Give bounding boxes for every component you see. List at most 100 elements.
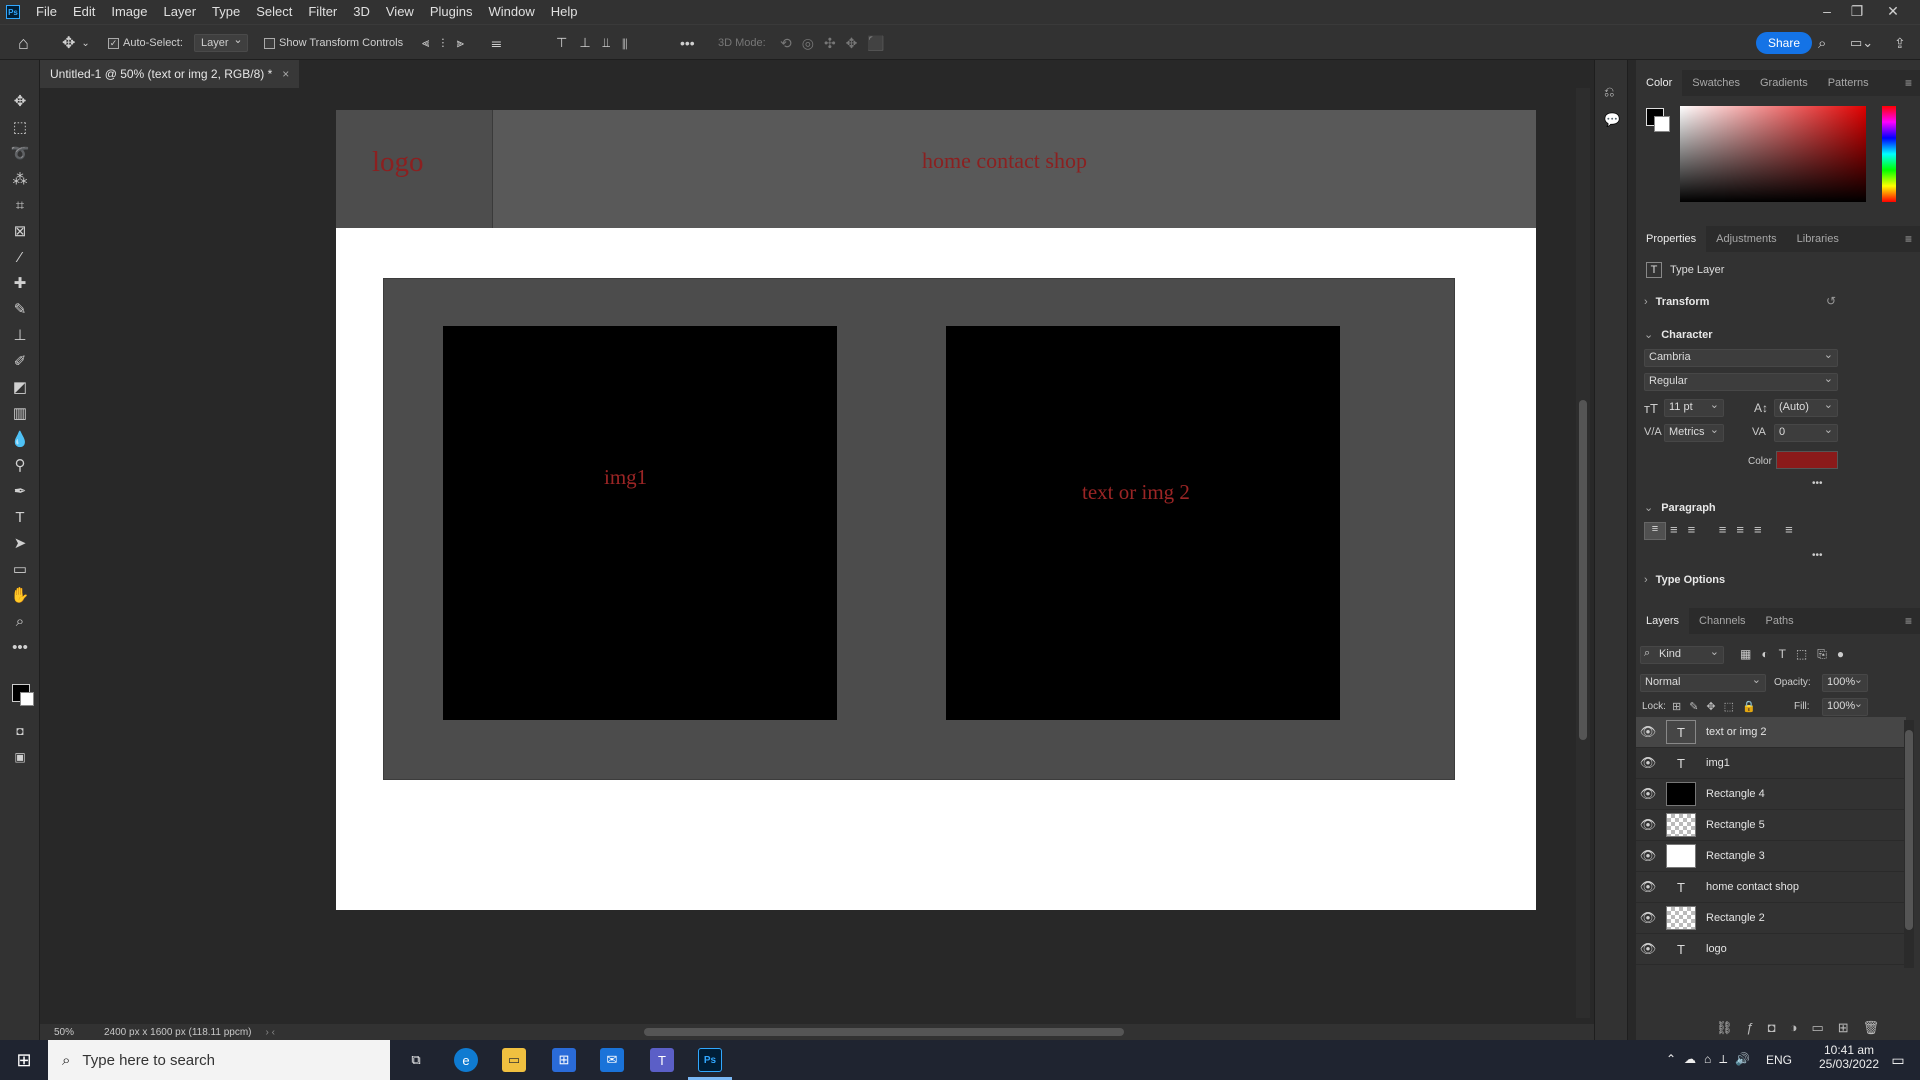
tab-libraries[interactable]: Libraries <box>1787 226 1849 252</box>
tab-gradients[interactable]: Gradients <box>1750 70 1818 96</box>
visibility-eye-icon[interactable]: 👁 <box>1636 941 1660 957</box>
transform-section-header[interactable]: Transform <box>1644 296 1710 308</box>
rectangle-tool-icon[interactable]: ▭ <box>8 558 32 580</box>
visibility-eye-icon[interactable]: 👁 <box>1636 755 1660 771</box>
move-tool-icon[interactable]: ✥ <box>8 90 32 112</box>
menu-select[interactable]: Select <box>248 0 300 24</box>
pen-tool-icon[interactable]: ✒ <box>8 480 32 502</box>
home-icon[interactable]: ⌂ <box>18 25 29 61</box>
tab-adjustments[interactable]: Adjustments <box>1706 226 1787 252</box>
menu-edit[interactable]: Edit <box>65 0 103 24</box>
layer-row[interactable]: 👁 Rectangle 2 <box>1636 903 1906 934</box>
mail-icon[interactable]: ✉ <box>600 1048 624 1072</box>
menu-plugins[interactable]: Plugins <box>422 0 481 24</box>
color-picker-field[interactable] <box>1680 106 1866 202</box>
layer-row[interactable]: 👁 T logo <box>1636 934 1906 965</box>
menu-view[interactable]: View <box>378 0 422 24</box>
layers-scroll-thumb[interactable] <box>1905 730 1913 930</box>
artboard[interactable]: logo home contact shop img1 text or img … <box>336 110 1536 910</box>
vertical-scrollbar[interactable] <box>1576 88 1590 1018</box>
nav-text[interactable]: home contact shop <box>922 148 1087 174</box>
history-brush-tool-icon[interactable]: ✐ <box>8 350 32 372</box>
tab-channels[interactable]: Channels <box>1689 608 1755 634</box>
tab-paths[interactable]: Paths <box>1756 608 1804 634</box>
paragraph-section-header[interactable]: Paragraph <box>1644 501 1715 514</box>
layer-row[interactable]: 👁 T text or img 2 <box>1636 717 1906 748</box>
horizontal-scroll-thumb[interactable] <box>644 1028 1124 1036</box>
paragraph-more-icon[interactable]: ••• <box>1812 550 1823 561</box>
align-buttons[interactable]: ⫷⫶⫸ ☰ <box>422 25 513 61</box>
file-explorer-icon[interactable]: ▭ <box>502 1048 526 1072</box>
history-panel-icon[interactable]: ⎌ <box>1604 84 1614 100</box>
fill-input[interactable]: 100% <box>1822 697 1868 716</box>
lock-icons[interactable]: ⊞✎✥⬚🔒 <box>1672 700 1764 713</box>
reset-transform-icon[interactable]: ↺ <box>1826 294 1836 308</box>
distribute-buttons[interactable]: ⊤⊥⫫⫴ <box>556 25 639 61</box>
tab-properties[interactable]: Properties <box>1636 226 1707 252</box>
img1-text[interactable]: img1 <box>604 465 647 490</box>
img1-rectangle[interactable] <box>443 326 837 720</box>
dodge-tool-icon[interactable]: ⚲ <box>8 454 32 476</box>
photoshop-logo-icon[interactable]: Ps <box>6 5 20 19</box>
layer-row[interactable]: 👁 T img1 <box>1636 748 1906 779</box>
status-chevron-icon[interactable]: › ‹ <box>266 1027 275 1038</box>
hand-tool-icon[interactable]: ✋ <box>8 584 32 606</box>
leading-dropdown[interactable]: (Auto) <box>1774 398 1838 417</box>
auto-select-checkbox[interactable]: ✓ <box>108 37 119 49</box>
task-view-icon[interactable]: ⧉ <box>404 1048 428 1072</box>
windows-start-icon[interactable]: ⊞ <box>12 1048 36 1072</box>
healing-brush-tool-icon[interactable]: ✚ <box>8 272 32 294</box>
document-tab[interactable]: Untitled-1 @ 50% (text or img 2, RGB/8) … <box>40 60 300 88</box>
color-bg-swatch[interactable] <box>1654 116 1670 132</box>
visibility-eye-icon[interactable]: 👁 <box>1636 910 1660 926</box>
opacity-input[interactable]: 100% <box>1822 673 1868 692</box>
tracking-dropdown[interactable]: 0 <box>1774 423 1838 442</box>
edit-toolbar-icon[interactable]: ••• <box>8 636 32 658</box>
properties-panel-menu-icon[interactable]: ≡ <box>1905 232 1912 246</box>
screen-mode-icon[interactable]: ▣ <box>8 746 32 768</box>
tab-layers[interactable]: Layers <box>1636 608 1690 634</box>
microsoft-store-icon[interactable]: ⊞ <box>552 1048 576 1072</box>
magic-wand-tool-icon[interactable]: ⁂ <box>8 168 32 190</box>
canvas-area[interactable]: logo home contact shop img1 text or img … <box>40 88 1590 1024</box>
layer-row[interactable]: 👁 Rectangle 5 <box>1636 810 1906 841</box>
taskbar-search-box[interactable]: ⌕ Type here to search <box>48 1040 390 1080</box>
eyedropper-tool-icon[interactable]: ⁄ <box>8 246 32 268</box>
crop-tool-icon[interactable]: ⌗ <box>8 194 32 216</box>
clone-stamp-tool-icon[interactable]: ⊥ <box>8 324 32 346</box>
close-window-icon[interactable]: ✕ <box>1878 0 1908 24</box>
menu-filter[interactable]: Filter <box>300 0 345 24</box>
layer-row[interactable]: 👁 Rectangle 3 <box>1636 841 1906 872</box>
menu-3d[interactable]: 3D <box>345 0 378 24</box>
background-color-swatch[interactable] <box>20 692 34 706</box>
character-more-icon[interactable]: ••• <box>1812 478 1823 489</box>
blur-tool-icon[interactable]: 💧 <box>8 428 32 450</box>
character-section-header[interactable]: Character <box>1644 328 1712 341</box>
quick-mask-icon[interactable]: ◘ <box>8 720 32 742</box>
system-tray-icons[interactable]: ⌃☁⌂⟂🔊 <box>1666 1052 1758 1067</box>
menu-layer[interactable]: Layer <box>156 0 205 24</box>
restore-icon[interactable]: ❐ <box>1842 0 1872 24</box>
frame-tool-icon[interactable]: ⊠ <box>8 220 32 242</box>
layers-footer-icons[interactable]: ⛓ƒ◘◑▭⊞🗑 <box>1716 1020 1893 1036</box>
lasso-tool-icon[interactable]: ➰ <box>8 142 32 164</box>
menu-window[interactable]: Window <box>480 0 542 24</box>
kerning-dropdown[interactable]: Metrics <box>1664 423 1724 442</box>
search-icon[interactable]: ⌕ <box>1818 25 1826 61</box>
clock[interactable]: 10:41 am 25/03/2022 <box>1812 1043 1886 1071</box>
auto-select-dropdown[interactable]: Layer <box>194 33 248 52</box>
layer-filter-dropdown[interactable]: Kind <box>1640 645 1724 664</box>
layers-scrollbar[interactable] <box>1904 720 1914 968</box>
vertical-scroll-thumb[interactable] <box>1579 400 1587 740</box>
gradient-tool-icon[interactable]: ▥ <box>8 402 32 424</box>
marquee-tool-icon[interactable]: ⬚ <box>8 116 32 138</box>
edge-browser-icon[interactable]: e <box>454 1048 478 1072</box>
export-icon[interactable]: ⇪ <box>1894 25 1906 61</box>
path-selection-tool-icon[interactable]: ➤ <box>8 532 32 554</box>
font-style-dropdown[interactable]: Regular <box>1644 372 1838 391</box>
workspace-icon[interactable]: ▭⌄ <box>1850 25 1873 61</box>
visibility-eye-icon[interactable]: 👁 <box>1636 786 1660 802</box>
type-options-section-header[interactable]: Type Options <box>1644 574 1725 586</box>
brush-tool-icon[interactable]: ✎ <box>8 298 32 320</box>
layers-panel-menu-icon[interactable]: ≡ <box>1905 614 1912 628</box>
